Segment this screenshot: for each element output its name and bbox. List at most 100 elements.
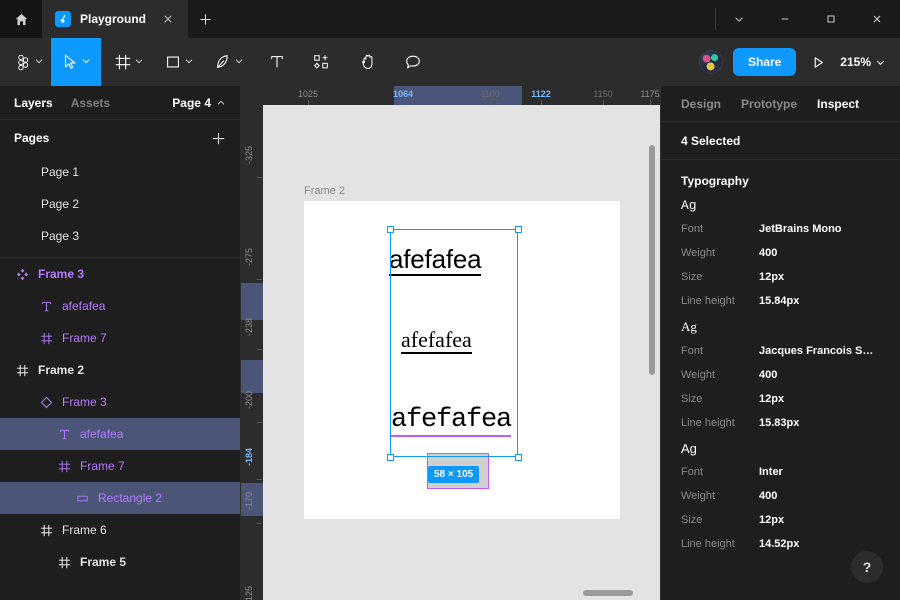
ruler-v-tick bbox=[257, 349, 262, 350]
typography-property-row: Size 12px bbox=[661, 387, 900, 411]
layers-list: Frame 3 afefafea Frame 7 Frame 2 Frame 3 afef… bbox=[0, 258, 240, 578]
hand-tool-button[interactable] bbox=[351, 38, 385, 86]
property-value[interactable]: 15.84px bbox=[759, 295, 799, 307]
frame-tool-button[interactable] bbox=[107, 38, 151, 86]
selection-handle-top-right[interactable] bbox=[514, 225, 522, 233]
layer-row[interactable]: Frame 3 bbox=[0, 386, 240, 418]
comment-tool-button[interactable] bbox=[397, 38, 429, 86]
page-item-2[interactable]: Page 2 bbox=[0, 188, 240, 220]
help-button[interactable]: ? bbox=[851, 551, 883, 583]
window-chevron-down-button[interactable] bbox=[716, 0, 762, 38]
avatar[interactable] bbox=[698, 50, 723, 74]
share-button[interactable]: Share bbox=[732, 48, 797, 76]
browser-tab-playground[interactable]: Playground bbox=[42, 0, 189, 38]
ruler-h-label: 1100 bbox=[480, 89, 500, 99]
layer-row[interactable]: Frame 6 bbox=[0, 514, 240, 546]
ruler-v-label: -275 bbox=[244, 247, 254, 267]
layer-name: Frame 7 bbox=[62, 331, 107, 345]
canvas-viewport[interactable]: Frame 2 afefafea afefafea afefafea 58 × … bbox=[263, 105, 660, 600]
ruler-v-tick bbox=[257, 177, 262, 178]
property-value[interactable]: JetBrains Mono bbox=[759, 223, 842, 235]
typography-property-row: Font JetBrains Mono bbox=[661, 217, 900, 241]
cursor-icon bbox=[64, 54, 76, 69]
tab-design[interactable]: Design bbox=[681, 97, 721, 111]
close-icon[interactable] bbox=[159, 11, 176, 28]
page-item-1[interactable]: Page 1 bbox=[0, 156, 240, 188]
typography-group: Ag Font Inter Weight 400 Size 12px Line height 1… bbox=[661, 441, 900, 556]
layer-row[interactable]: Frame 2 bbox=[0, 354, 240, 386]
property-key: Font bbox=[681, 466, 704, 478]
present-button[interactable] bbox=[806, 55, 830, 70]
typography-property-row: Size 12px bbox=[661, 508, 900, 532]
page-item-label: Page 2 bbox=[41, 197, 80, 211]
pen-tool-button[interactable] bbox=[207, 38, 251, 86]
add-page-button[interactable] bbox=[211, 131, 226, 146]
typography-property-row: Weight 400 bbox=[661, 241, 900, 265]
text-layer-icon bbox=[38, 298, 54, 314]
layers-panel-tabs: Layers Assets Page 4 bbox=[0, 86, 240, 120]
property-value[interactable]: Inter bbox=[759, 466, 783, 478]
tab-prototype[interactable]: Prototype bbox=[741, 97, 797, 111]
property-value[interactable]: 15.83px bbox=[759, 417, 799, 429]
chevron-down-icon bbox=[81, 53, 91, 71]
minimize-icon bbox=[781, 18, 789, 20]
inspect-panel: Design Prototype Inspect 4 Selected Typo… bbox=[660, 86, 900, 600]
tab-inspect[interactable]: Inspect bbox=[817, 97, 859, 111]
text-tool-button[interactable] bbox=[261, 38, 293, 86]
layer-row[interactable]: Rectangle 2 bbox=[0, 482, 240, 514]
home-button[interactable] bbox=[0, 0, 42, 38]
ruler-v-tick bbox=[257, 479, 262, 480]
layer-row[interactable]: afefafea bbox=[0, 290, 240, 322]
shape-tool-button[interactable] bbox=[157, 38, 201, 86]
selection-handle-bottom-left[interactable] bbox=[386, 453, 394, 461]
page-item-3[interactable]: Page 3 bbox=[0, 220, 240, 252]
property-value[interactable]: 12px bbox=[759, 271, 784, 283]
canvas-vertical-scrollbar[interactable] bbox=[649, 145, 655, 375]
window-close-button[interactable] bbox=[854, 0, 900, 38]
property-value[interactable]: 12px bbox=[759, 393, 784, 405]
layer-name: Frame 7 bbox=[80, 459, 125, 473]
zoom-control[interactable]: 215% bbox=[840, 55, 886, 69]
rectangle-icon bbox=[167, 56, 179, 68]
components-tool-button[interactable] bbox=[305, 38, 337, 86]
move-tool-button[interactable] bbox=[51, 38, 101, 86]
selection-handle-bottom-right[interactable] bbox=[514, 453, 522, 461]
layer-row[interactable]: Frame 7 bbox=[0, 322, 240, 354]
property-value[interactable]: 400 bbox=[759, 247, 777, 259]
window-maximize-button[interactable] bbox=[808, 0, 854, 38]
new-tab-button[interactable] bbox=[188, 0, 222, 38]
tab-layers[interactable]: Layers bbox=[14, 96, 53, 110]
frame-layer-icon bbox=[14, 362, 30, 378]
component-icon bbox=[14, 266, 30, 282]
property-key: Size bbox=[681, 393, 703, 405]
selection-count-label: 4 Selected bbox=[661, 122, 900, 160]
layer-row[interactable]: Frame 7 bbox=[0, 450, 240, 482]
canvas-area[interactable]: 1025 1064 1100 1122 1150 1175 -325 -275 -238 -20… bbox=[241, 86, 660, 600]
ruler-h-label: 1122 bbox=[531, 89, 551, 99]
tab-assets[interactable]: Assets bbox=[71, 96, 110, 110]
page-selector[interactable]: Page 4 bbox=[172, 96, 226, 110]
layer-name: Frame 5 bbox=[80, 555, 127, 569]
frame-label[interactable]: Frame 2 bbox=[304, 185, 345, 197]
pages-header: Pages bbox=[0, 120, 240, 156]
typography-property-row: Line height 15.83px bbox=[661, 411, 900, 435]
property-value[interactable]: Jacques Francois Sha... bbox=[759, 345, 880, 357]
page-selector-label: Page 4 bbox=[172, 95, 211, 110]
window-minimize-button[interactable] bbox=[762, 0, 808, 38]
property-value[interactable]: 400 bbox=[759, 490, 777, 502]
maximize-icon bbox=[827, 15, 835, 23]
layer-row[interactable]: Frame 5 bbox=[0, 546, 240, 578]
toolbar-right-group: Share 215% bbox=[698, 48, 900, 76]
vertical-ruler[interactable]: -325 -275 -238 -200 -184 -170 -125 bbox=[241, 105, 263, 600]
selection-handle-top-left[interactable] bbox=[386, 225, 394, 233]
figma-menu-button[interactable] bbox=[8, 38, 51, 86]
pages-list: Page 1 Page 2 Page 3 bbox=[0, 156, 240, 252]
layer-row[interactable]: Frame 3 bbox=[0, 258, 240, 290]
canvas-horizontal-scrollbar[interactable] bbox=[583, 590, 633, 596]
layer-row[interactable]: afefafea bbox=[0, 418, 240, 450]
page-item-label: Page 3 bbox=[41, 229, 80, 243]
horizontal-ruler[interactable]: 1025 1064 1100 1122 1150 1175 bbox=[263, 86, 660, 105]
property-value[interactable]: 400 bbox=[759, 369, 777, 381]
property-value[interactable]: 14.52px bbox=[759, 538, 799, 550]
property-value[interactable]: 12px bbox=[759, 514, 784, 526]
